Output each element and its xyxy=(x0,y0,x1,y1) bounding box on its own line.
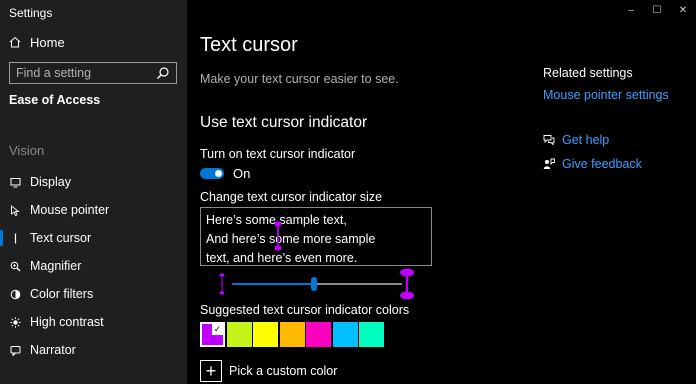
sidebar-item-label: Magnifier xyxy=(30,259,82,273)
sidebar-item-narrator[interactable]: Narrator xyxy=(0,336,187,364)
indicator-toggle-row[interactable]: On xyxy=(200,166,250,181)
magnifier-icon xyxy=(10,261,21,272)
minimize-button[interactable]: – xyxy=(618,0,644,20)
checkmark-icon: ✓ xyxy=(212,324,223,335)
toggle-state-text: On xyxy=(233,166,251,181)
sidebar-item-label: Mouse pointer xyxy=(30,203,110,217)
color-swatch[interactable] xyxy=(253,322,278,347)
sidebar-item-label: Narrator xyxy=(30,343,76,357)
sidebar-item-mouse-pointer[interactable]: Mouse pointer xyxy=(0,196,187,224)
sample-line: Here’s some sample text, xyxy=(206,213,347,227)
sidebar-item-label: Color filters xyxy=(30,287,94,301)
nav-home[interactable]: Home xyxy=(9,33,65,51)
feedback-icon xyxy=(543,158,555,170)
display-icon xyxy=(10,177,21,188)
custom-color-button[interactable]: + Pick a custom color xyxy=(200,360,337,382)
colors-label: Suggested text cursor indicator colors xyxy=(200,303,410,317)
sidebar-item-color-filters[interactable]: Color filters xyxy=(0,280,187,308)
section-title: Ease of Access xyxy=(9,93,101,107)
color-filters-icon xyxy=(10,289,21,300)
color-swatch[interactable]: ✓ xyxy=(200,322,225,347)
custom-color-label: Pick a custom color xyxy=(229,364,338,378)
search-icon[interactable] xyxy=(156,66,170,80)
sample-line: And here’s some more sample xyxy=(206,232,376,246)
color-swatch[interactable] xyxy=(279,322,305,347)
group-label-vision: Vision xyxy=(9,143,45,158)
sidebar-item-label: Text cursor xyxy=(30,231,92,245)
give-feedback-link[interactable]: Give feedback xyxy=(543,157,642,171)
narrator-icon xyxy=(10,345,21,356)
sidebar-item-display[interactable]: Display xyxy=(0,168,187,196)
sidebar-item-label: High contrast xyxy=(30,315,104,329)
sidebar-item-magnifier[interactable]: Magnifier xyxy=(0,252,187,280)
home-icon xyxy=(9,36,21,48)
sample-text-preview: Here’s some sample text, And here’s some… xyxy=(200,207,432,266)
mouse-pointer-icon xyxy=(10,204,21,216)
large-cursor-icon xyxy=(400,268,414,300)
sidebar: Settings Home Ease of Access Vision Disp… xyxy=(0,0,187,384)
search-box[interactable] xyxy=(9,62,177,84)
high-contrast-icon xyxy=(10,316,21,328)
slider-thumb[interactable] xyxy=(310,277,317,291)
help-chat-icon xyxy=(543,134,555,146)
cursor-indicator-preview xyxy=(274,221,282,251)
get-help-label: Get help xyxy=(562,133,610,147)
give-feedback-label: Give feedback xyxy=(562,157,642,171)
indicator-toggle[interactable] xyxy=(200,168,224,179)
get-help-link[interactable]: Get help xyxy=(543,133,609,147)
close-button[interactable]: ✕ xyxy=(670,0,696,20)
mouse-pointer-settings-link[interactable]: Mouse pointer settings xyxy=(543,88,669,102)
page-title: Text cursor xyxy=(200,34,298,56)
page-subtitle: Make your text cursor easier to see. xyxy=(200,72,399,86)
search-input[interactable] xyxy=(10,65,156,81)
indicator-size-slider[interactable] xyxy=(218,268,418,300)
text-cursor-icon xyxy=(10,233,21,244)
sidebar-item-text-cursor[interactable]: Text cursor xyxy=(0,224,187,252)
window-controls: – ☐ ✕ xyxy=(618,0,696,20)
color-swatch[interactable] xyxy=(226,322,252,347)
app-title: Settings xyxy=(9,6,53,20)
color-swatch[interactable] xyxy=(332,322,358,347)
color-swatch[interactable] xyxy=(359,322,384,347)
related-settings-title: Related settings xyxy=(543,66,633,80)
toggle-label: Turn on text cursor indicator xyxy=(200,147,356,161)
color-swatch[interactable] xyxy=(306,322,331,347)
color-swatches: ✓ xyxy=(200,322,386,347)
nav-home-label: Home xyxy=(30,34,65,50)
size-label: Change text cursor indicator size xyxy=(200,190,383,204)
indicator-heading: Use text cursor indicator xyxy=(200,114,368,131)
sidebar-item-label: Display xyxy=(30,175,71,189)
sample-line: text, and here’s even more. xyxy=(206,251,358,265)
sidebar-item-high-contrast[interactable]: High contrast xyxy=(0,308,187,336)
small-cursor-icon xyxy=(219,273,225,295)
slider-fill xyxy=(232,283,314,285)
plus-icon: + xyxy=(200,360,222,382)
maximize-button[interactable]: ☐ xyxy=(644,0,670,20)
nav-list: Display Mouse pointer Text cursor Magnif… xyxy=(0,168,187,364)
